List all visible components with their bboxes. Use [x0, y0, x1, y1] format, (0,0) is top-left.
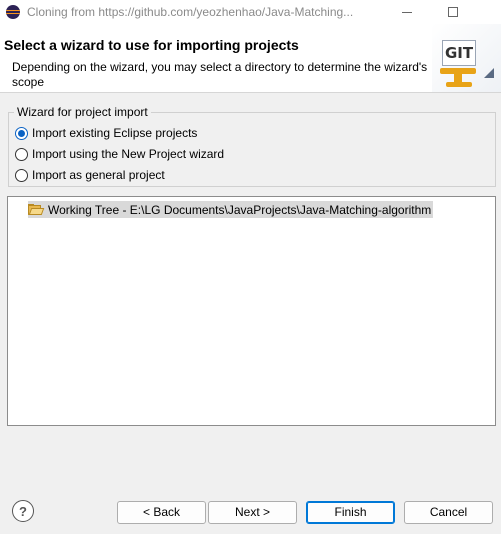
- project-tree[interactable]: Working Tree - E:\LG Documents\JavaProje…: [7, 196, 496, 426]
- wizard-title: Select a wizard to use for importing pro…: [4, 37, 299, 53]
- window-title: Cloning from https://github.com/yeozhenh…: [27, 5, 354, 19]
- radio-button-icon[interactable]: [15, 147, 28, 161]
- radio-button-icon[interactable]: [15, 126, 28, 140]
- tree-item-label: Working Tree - E:\LG Documents\JavaProje…: [48, 202, 432, 217]
- radio-import-existing[interactable]: Import existing Eclipse projects: [15, 125, 197, 141]
- maximize-button[interactable]: [430, 0, 476, 24]
- wizard-group-label: Wizard for project import: [14, 105, 151, 119]
- wizard-header: Select a wizard to use for importing pro…: [0, 24, 501, 93]
- cancel-button[interactable]: Cancel: [404, 501, 493, 524]
- tree-item-working-tree[interactable]: Working Tree - E:\LG Documents\JavaProje…: [28, 201, 434, 218]
- help-button[interactable]: ?: [12, 500, 34, 522]
- finish-button[interactable]: Finish: [306, 501, 395, 524]
- next-button[interactable]: Next >: [208, 501, 297, 524]
- minimize-button[interactable]: [384, 0, 430, 24]
- folder-open-icon: [28, 203, 45, 216]
- git-logo-text: GIT: [442, 40, 476, 66]
- radio-button-icon[interactable]: [15, 168, 28, 182]
- back-button[interactable]: < Back: [117, 501, 206, 524]
- minimize-icon: [402, 11, 412, 13]
- radio-import-new-project-wizard[interactable]: Import using the New Project wizard: [15, 146, 224, 162]
- git-logo: GIT: [432, 24, 501, 92]
- maximize-icon: [448, 7, 458, 17]
- eclipse-icon: [6, 5, 20, 19]
- radio-import-general-project[interactable]: Import as general project: [15, 167, 165, 183]
- wizard-description: Depending on the wizard, you may select …: [12, 60, 428, 89]
- radio-label: Import using the New Project wizard: [32, 147, 225, 161]
- radio-label: Import as general project: [32, 168, 165, 182]
- radio-label: Import existing Eclipse projects: [32, 126, 198, 140]
- title-bar: Cloning from https://github.com/yeozhenh…: [0, 0, 501, 24]
- help-icon: ?: [19, 503, 27, 519]
